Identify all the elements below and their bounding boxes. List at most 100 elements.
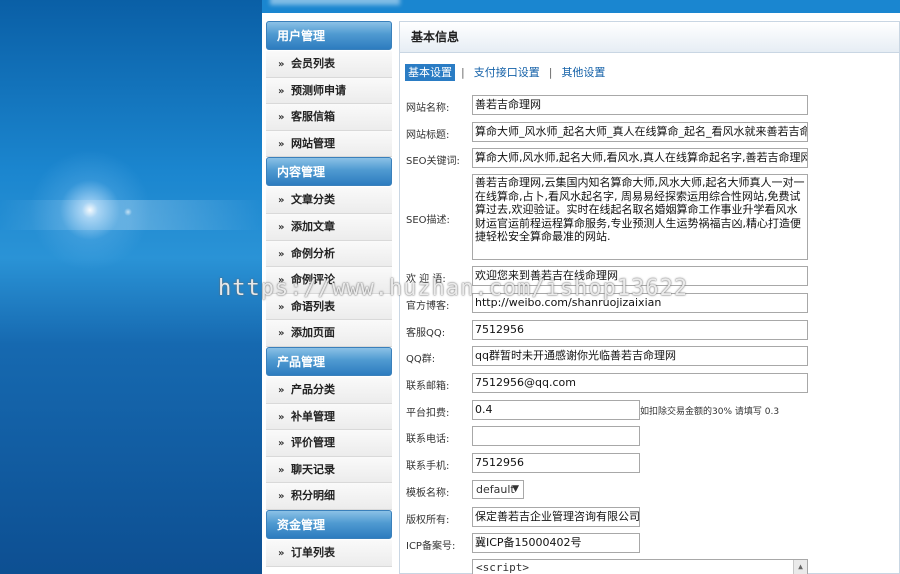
sidebar-item-label: 网站管理 [291,136,335,150]
sidebar-item-label: 补单管理 [291,409,335,423]
service-qq-field[interactable]: 7512956 [472,320,808,340]
sidebar-item-label: 添加文章 [291,219,335,233]
double-chevron-icon: » [278,547,285,559]
mobile-field[interactable]: 7512956 [472,453,640,473]
sidebar-item-label: 订单列表 [291,545,335,559]
copyright-label: 版权所有: [406,515,450,526]
double-chevron-icon: » [278,195,285,207]
double-chevron-icon: » [278,138,285,150]
sidebar-item[interactable]: » 产品分类 [266,376,392,404]
email-label: 联系邮箱: [406,381,450,392]
double-chevron-icon: » [278,328,285,340]
sidebar-item-label: 文章分类 [291,193,335,207]
seo-keywords-label: SEO关键词: [406,156,460,167]
welcome-field[interactable]: 欢迎您来到善若吉在线命理网 [472,266,808,286]
copyright-field[interactable]: 保定善若吉企业管理咨询有限公司 [472,507,640,527]
double-chevron-icon: » [278,85,285,97]
site-name-label: 网站名称: [406,103,450,114]
panel-title: 基本信息 [400,22,899,53]
weibo-label: 官方博客: [406,301,450,312]
seo-description-label: SEO描述: [406,215,450,226]
sidebar-item-label: 会员列表 [291,57,335,70]
tab-separator: | [548,66,553,79]
double-chevron-icon: » [278,411,285,423]
template-label: 模板名称: [406,488,450,499]
phone-label: 联系电话: [406,434,450,445]
double-chevron-icon: » [278,301,285,313]
sidebar-item[interactable]: » 网站管理 [266,130,392,158]
welcome-label: 欢 迎 语: [406,274,446,285]
sidebar-section-header[interactable]: 用户管理 [266,21,392,50]
sidebar-item[interactable]: » 客服信箱 [266,104,392,131]
sidebar-item[interactable]: » 命例分析 [266,240,392,268]
sidebar-item-label: 产品分类 [291,382,335,396]
template-select-value: default [476,483,515,496]
sidebar-item-label: 积分明细 [291,489,335,503]
sidebar-item-label: 命例评论 [291,273,335,287]
script-textarea[interactable]: <script> ▲ [472,559,808,574]
qq-group-field[interactable]: qq群暂时未开通感谢你光临善若吉命理网 [472,346,808,366]
basic-info-panel: 基本信息 基本设置 | 支付接口设置 | 其他设置 网站名称: 善若吉命理网 网站标题:… [399,21,900,574]
sidebar-item[interactable]: » 补单管理 [266,403,392,431]
background-left [0,0,262,574]
fee-field[interactable]: 0.4 [472,400,640,420]
email-field[interactable]: 7512956@qq.com [472,373,808,393]
tab-separator: | [461,66,465,79]
seo-description-textarea[interactable]: 善若吉命理网,云集国内知名算命大师,风水大师,起名大师真人一对一在线算命,占卜,… [472,174,808,260]
sidebar-item-label: 评价管理 [291,436,335,450]
sidebar-section-header[interactable]: 产品管理 [266,346,392,376]
phone-field[interactable] [472,426,640,446]
qq-group-label: QQ群: [406,354,436,365]
tab-payment-settings[interactable]: 支付接口设置 [471,64,543,81]
tab-basic-settings[interactable]: 基本设置 [405,64,455,81]
chevron-down-icon: ▼ [512,484,519,494]
double-chevron-icon: » [278,221,285,233]
fee-label: 平台扣费: [406,408,450,419]
sidebar-section-header[interactable]: 内容管理 [266,157,392,187]
double-chevron-icon: » [278,248,285,260]
header-logo [270,0,400,5]
icp-field[interactable]: 冀ICP备15000402号 [472,533,640,553]
sidebar-item-label: 命例分析 [291,246,335,260]
sidebar-item-label: 聊天记录 [291,462,335,476]
sidebar-section-header[interactable]: 资金管理 [266,509,392,539]
sidebar-item[interactable]: » 评价管理 [266,430,392,457]
background-glow-band [0,200,262,230]
site-title-label: 网站标题: [406,130,450,141]
seo-keywords-field[interactable]: 算命大师,风水师,起名大师,看风水,真人在线算命起名字,善若吉命理网, [472,148,808,168]
sidebar-item[interactable]: » 命语列表 [266,293,392,321]
mobile-label: 联系手机: [406,461,450,472]
sidebar-item-label: 添加页面 [291,326,335,340]
script-text: <script> [476,561,529,574]
double-chevron-icon: » [278,491,285,503]
weibo-field[interactable]: http://weibo.com/shanruojizaixian [472,293,808,313]
sidebar-item[interactable]: » 文章分类 [266,187,392,214]
double-chevron-icon: » [278,275,285,287]
sidebar-item[interactable]: » 订单列表 [266,539,392,567]
sidebar-item[interactable]: » 添加页面 [266,320,392,347]
scroll-up-icon[interactable]: ▲ [793,560,807,574]
settings-tabs: 基本设置 | 支付接口设置 | 其他设置 [405,64,608,81]
double-chevron-icon: » [278,112,285,124]
service-qq-label: 客服QQ: [406,328,446,339]
sidebar-item-label: 命语列表 [291,299,335,313]
sidebar-item-label: 客服信箱 [291,110,335,124]
sidebar-item[interactable]: » 添加文章 [266,213,392,241]
double-chevron-icon: » [278,384,285,396]
sidebar-item[interactable]: » 积分明细 [266,483,392,510]
template-select[interactable]: default ▼ [472,480,524,499]
double-chevron-icon: » [278,59,285,70]
top-header-strip [262,0,900,13]
sidebar-item[interactable]: » 聊天记录 [266,456,392,484]
sidebar-item[interactable]: » 命例评论 [266,267,392,294]
sidebar-item[interactable]: » 预测师申请 [266,77,392,105]
double-chevron-icon: » [278,464,285,476]
tab-other-settings[interactable]: 其他设置 [558,64,608,81]
sidebar-item[interactable]: » 会员列表 [266,51,392,78]
site-title-field[interactable]: 算命大师_风水师_起名大师_真人在线算命_起名_看风水就来善若吉命 [472,122,808,142]
double-chevron-icon: » [278,438,285,450]
site-name-field[interactable]: 善若吉命理网 [472,95,808,115]
sidebar: 用户管理» 会员列表» 预测师申请» 客服信箱» 网站管理 内容管理» 文章分类» 添加文章»… [266,21,392,567]
icp-label: ICP备案号: [406,541,456,552]
sidebar-item-label: 预测师申请 [291,83,346,97]
